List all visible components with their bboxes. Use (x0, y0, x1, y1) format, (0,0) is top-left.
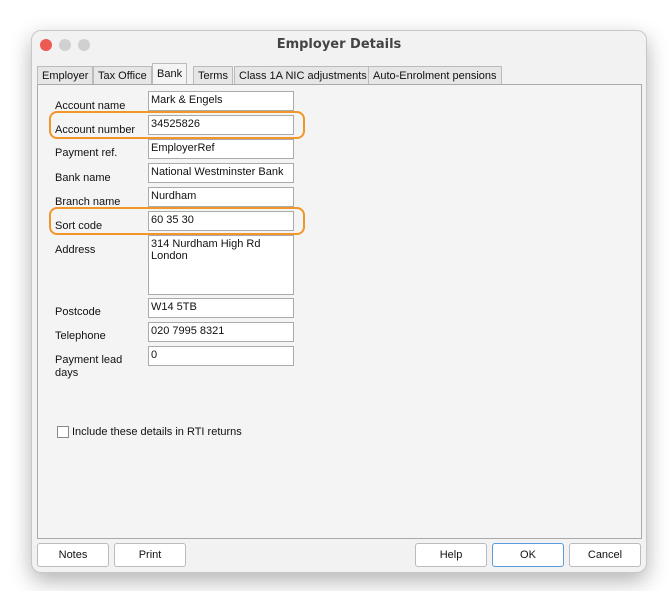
address-input[interactable]: 314 Nurdham High Rd London (148, 235, 294, 295)
close-icon[interactable] (40, 39, 52, 51)
telephone-label: Telephone (55, 330, 106, 342)
payment-ref-input[interactable]: EmployerRef (148, 139, 294, 159)
payment-ref-label: Payment ref. (55, 147, 118, 159)
payment-lead-days-label: Payment lead days (55, 354, 123, 379)
ok-button[interactable]: OK (492, 543, 564, 567)
zoom-icon[interactable] (78, 39, 90, 51)
address-label: Address (55, 244, 96, 256)
tab-employer[interactable]: Employer (37, 66, 94, 85)
bank-name-input[interactable]: National Westminster Bank (148, 163, 294, 183)
tab-tax-office[interactable]: Tax Office (93, 66, 152, 85)
bank-name-label: Bank name (55, 172, 111, 184)
rti-checkbox[interactable] (57, 426, 69, 438)
notes-button[interactable]: Notes (37, 543, 109, 567)
minimize-icon[interactable] (59, 39, 71, 51)
payment-lead-days-input[interactable]: 0 (148, 346, 294, 366)
account-number-input[interactable]: 34525826 (148, 115, 294, 135)
postcode-input[interactable]: W14 5TB (148, 298, 294, 318)
branch-name-input[interactable]: Nurdham (148, 187, 294, 207)
bank-panel: Account name Mark & Engels Account numbe… (37, 84, 642, 539)
cancel-button[interactable]: Cancel (569, 543, 641, 567)
employer-details-window: Employer Details Employer Tax Office Ban… (31, 30, 647, 573)
print-button[interactable]: Print (114, 543, 186, 567)
sort-code-input[interactable]: 60 35 30 (148, 211, 294, 231)
sort-code-label: Sort code (55, 220, 103, 232)
tab-class-1a-nic[interactable]: Class 1A NIC adjustments (234, 66, 372, 85)
window-title: Employer Details (276, 37, 402, 52)
help-button[interactable]: Help (415, 543, 487, 567)
account-number-label: Account number (55, 124, 136, 136)
postcode-label: Postcode (55, 306, 101, 318)
tab-terms[interactable]: Terms (193, 66, 233, 85)
tab-bank[interactable]: Bank (152, 63, 188, 86)
telephone-input[interactable]: 020 7995 8321 (148, 322, 294, 342)
rti-checkbox-label[interactable]: Include these details in RTI returns (72, 426, 242, 438)
account-name-input[interactable]: Mark & Engels (148, 91, 294, 111)
tab-auto-enrolment[interactable]: Auto-Enrolment pensions (368, 66, 502, 85)
